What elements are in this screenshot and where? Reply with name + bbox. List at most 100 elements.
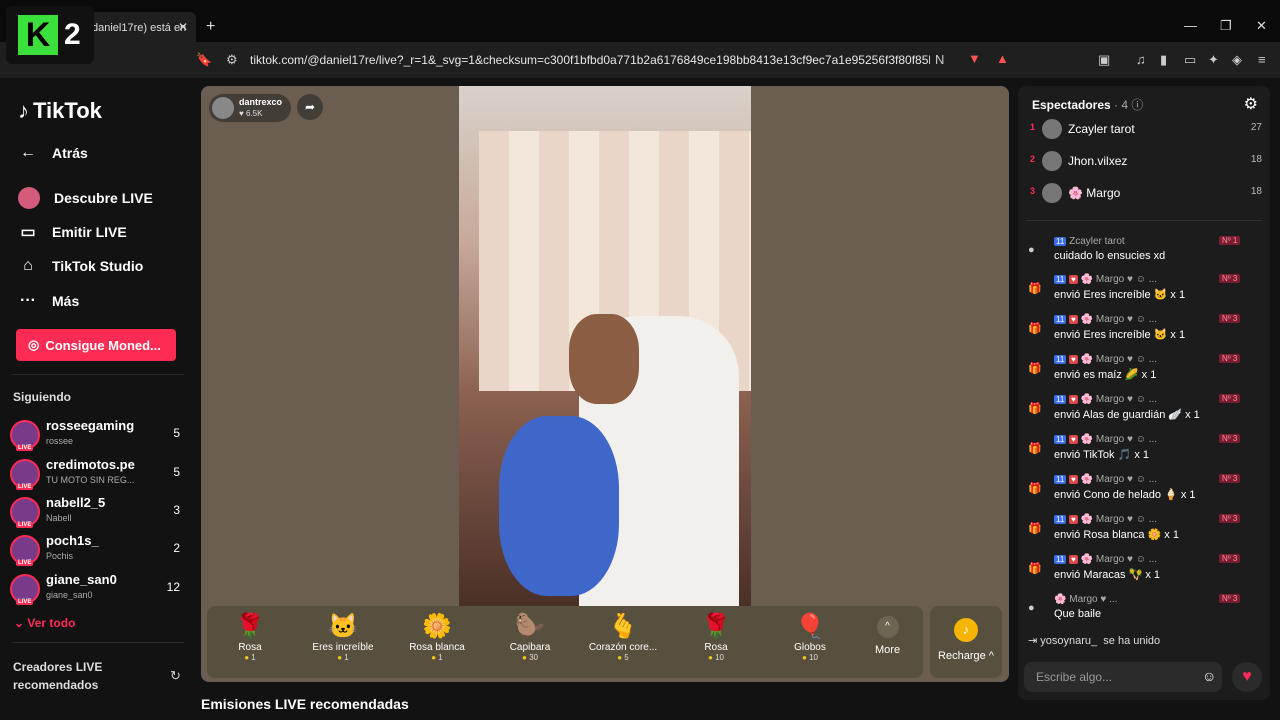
sidebar-icon[interactable]: ▮ <box>1160 52 1167 68</box>
message-username: Margo <box>1069 594 1098 605</box>
level-badge: 11 <box>1054 355 1067 364</box>
gift-price-value: 30 <box>529 653 538 662</box>
gift-item[interactable]: 🌹 Rosa ● 10 <box>676 612 756 662</box>
gift-item[interactable]: 🌹 Rosa ● 1 <box>210 612 290 662</box>
media-icon[interactable]: ♫ <box>1136 52 1146 67</box>
host-info[interactable]: dantrexco ♥ 6.5K <box>209 94 291 122</box>
following-item[interactable]: LIVE credimotos.pe TU MOTO SIN REG... 5 <box>10 455 182 491</box>
tiktok-logo[interactable]: ♪ TikTok <box>18 98 102 124</box>
following-item[interactable]: LIVE nabell2_5 Nabell 3 <box>10 493 182 529</box>
like-heart-icon[interactable]: ♥ <box>1232 662 1262 692</box>
vpn-icon[interactable]: ◈ <box>1232 52 1242 68</box>
level-badge: 11 <box>1054 435 1067 444</box>
nav-back[interactable]: ← Atrás <box>18 144 88 162</box>
chat-message[interactable]: 🎁 11 ♥ 🌸 Margo ♥ ☺ ... Nº 3 envió Rosa bla… <box>1028 514 1264 552</box>
message-user: 11 ♥ 🌸 Margo ♥ ☺ ... Nº 3 <box>1054 394 1241 405</box>
info-icon[interactable]: ⓘ <box>1131 98 1143 112</box>
chat-message[interactable]: 🎁 11 ♥ 🌸 Margo ♥ ☺ ... Nº 3 envió es maíz … <box>1028 354 1264 392</box>
viewer-row[interactable]: 1 Zcayler tarot 27 <box>1030 118 1262 142</box>
gift-name: Corazón core... <box>588 642 658 653</box>
gift-icon: 🎁 <box>1028 523 1042 535</box>
get-coins-button[interactable]: ◎ Consigue Moned... <box>16 329 176 361</box>
viewers-count: · 4 <box>1114 98 1129 112</box>
more-gifts-button[interactable]: ^ More <box>875 616 900 656</box>
viewer-score: 27 <box>1250 122 1262 133</box>
minimize-icon[interactable]: — <box>1184 18 1197 33</box>
avatar <box>1042 183 1062 203</box>
host-likes: ♥ 6.5K <box>239 109 262 118</box>
nav-tiktok-studio[interactable]: ⌂ TikTok Studio <box>18 257 143 275</box>
nav-go-live[interactable]: ▭ Emitir LIVE <box>18 222 126 242</box>
chat-message[interactable]: 🎁 11 ♥ 🌸 Margo ♥ ☺ ... Nº 3 envió Eres inc… <box>1028 314 1264 352</box>
gift-name: Eres increíble <box>312 642 374 653</box>
gift-item[interactable]: 🐱 Eres increíble ● 1 <box>303 612 383 662</box>
arrow-left-icon: ← <box>20 144 36 161</box>
url-field[interactable]: tiktok.com/@daniel17re/live?_r=1&_svg=1&… <box>250 53 930 67</box>
chat-input[interactable]: Escribe algo... <box>1024 662 1222 692</box>
rank-badge: Nº 3 <box>1219 274 1241 283</box>
screenshot-icon[interactable]: ▣ <box>1098 52 1110 68</box>
message-text: envió Cono de helado 🍦 x 1 <box>1054 489 1196 501</box>
chat-message[interactable]: 🎁 11 ♥ 🌸 Margo ♥ ☺ ... Nº 3 envió Maracas … <box>1028 554 1264 592</box>
live-player[interactable]: dantrexco ♥ 6.5K ➦ 🌹 Rosa ● 1 🐱 Eres increíb… <box>201 86 1009 682</box>
chat-message[interactable]: ● 🌸 Margo ♥ ... Nº 3 Que baile <box>1028 594 1264 632</box>
share-icon[interactable]: ➦ <box>297 94 323 120</box>
message-username: Margo <box>1095 474 1125 485</box>
gear-icon[interactable]: ⚙ <box>1244 94 1258 114</box>
logo-text: TikTok <box>33 98 102 123</box>
menu-icon[interactable]: ≡ <box>1258 52 1266 67</box>
chat-message[interactable]: 🎁 11 ♥ 🌸 Margo ♥ ☺ ... Nº 3 envió TikTok 🎵… <box>1028 434 1264 472</box>
following-item[interactable]: LIVE giane_san0 giane_san0 12 <box>10 570 182 606</box>
ai-icon[interactable]: ✦ <box>1208 52 1219 68</box>
following-item[interactable]: LIVE poch1s_ Pochis 2 <box>10 531 182 567</box>
avatar: LIVE <box>10 535 40 566</box>
close-window-icon[interactable]: ✕ <box>1256 18 1267 34</box>
message-user: 🌸 Margo ♥ ... Nº 3 <box>1054 594 1241 605</box>
fan-badge-icon: ♥ <box>1069 315 1078 324</box>
creators-title: Creadores LIVE <box>13 660 103 674</box>
chat-message[interactable]: 🎁 11 ♥ 🌸 Margo ♥ ☺ ... Nº 3 envió Eres inc… <box>1028 274 1264 312</box>
site-info-icon[interactable]: ⚙ <box>226 52 238 68</box>
message-user: 11 ♥ 🌸 Margo ♥ ☺ ... Nº 3 <box>1054 554 1241 565</box>
message-user: 11 ♥ 🌸 Margo ♥ ☺ ... Nº 3 <box>1054 474 1241 485</box>
chat-message[interactable]: 🎁 11 ♥ 🌸 Margo ♥ ☺ ... Nº 3 envió Cono de … <box>1028 474 1264 512</box>
browser-tab[interactable]: daniel17re) está en ✕ <box>86 12 196 42</box>
nav-more[interactable]: ··· Más <box>18 292 79 310</box>
viewer-name: Jhon.vilxez <box>1068 154 1128 168</box>
gift-item[interactable]: 🌼 Rosa blanca ● 1 <box>397 612 477 662</box>
gift-price: ● 1 <box>210 653 290 662</box>
nav-discover-live[interactable]: Descubre LIVE <box>18 187 153 209</box>
viewer-row[interactable]: 2 Jhon.vilxez 18 <box>1030 150 1262 174</box>
gift-name: Rosa <box>238 642 262 653</box>
tab-title: daniel17re) está en <box>92 22 187 34</box>
address-bar: 🔖 ⚙ tiktok.com/@daniel17re/live?_r=1&_sv… <box>0 42 1280 78</box>
bookmark-icon[interactable]: 🔖 <box>196 52 212 68</box>
gift-icon: 🎁 <box>1028 283 1042 295</box>
gift-item[interactable]: 🦫 Capibara ● 30 <box>490 612 570 662</box>
chat-message[interactable]: ● 11 Zcayler tarot Nº 1 cuidado lo ensucies… <box>1028 236 1264 274</box>
see-all-link[interactable]: ⌄ Ver todo <box>14 616 75 630</box>
fan-badge-icon: ♥ <box>1069 395 1078 404</box>
level-badge: 11 <box>1054 555 1067 564</box>
avatar: LIVE <box>10 574 40 605</box>
gift-icon: 🎁 <box>1028 563 1042 575</box>
brave-shield-icon[interactable]: ▼ <box>968 51 981 66</box>
wallet-icon[interactable]: ▭ <box>1184 52 1196 68</box>
message-text: envió Eres increíble 🐱 x 1 <box>1054 329 1186 341</box>
refresh-icon[interactable]: ↻ <box>170 668 181 684</box>
gift-item[interactable]: 🎈 Globos ● 10 <box>770 612 850 662</box>
no-translate-icon[interactable]: N <box>935 52 944 67</box>
maximize-icon[interactable]: ❐ <box>1220 18 1232 34</box>
message-text: envió Alas de guardián 🪽 x 1 <box>1054 409 1200 421</box>
following-item[interactable]: LIVE rosseegaming rossee 5 <box>10 416 182 452</box>
emoji-icon[interactable]: ☺ <box>1202 668 1216 684</box>
home-icon: ⌂ <box>23 257 33 274</box>
new-tab-icon[interactable]: + <box>206 18 215 36</box>
live-video[interactable] <box>459 86 751 606</box>
recharge-button[interactable]: ♪ Recharge ^ <box>930 606 1002 678</box>
gift-item[interactable]: 🫰 Corazón core... ● 5 <box>583 612 663 662</box>
viewer-row[interactable]: 3 🌸 Margo 18 <box>1030 182 1262 206</box>
rewards-icon[interactable]: ▲ <box>996 51 1009 66</box>
chat-message[interactable]: 🎁 11 ♥ 🌸 Margo ♥ ☺ ... Nº 3 envió Alas de … <box>1028 394 1264 432</box>
close-tab-icon[interactable]: ✕ <box>178 20 188 34</box>
